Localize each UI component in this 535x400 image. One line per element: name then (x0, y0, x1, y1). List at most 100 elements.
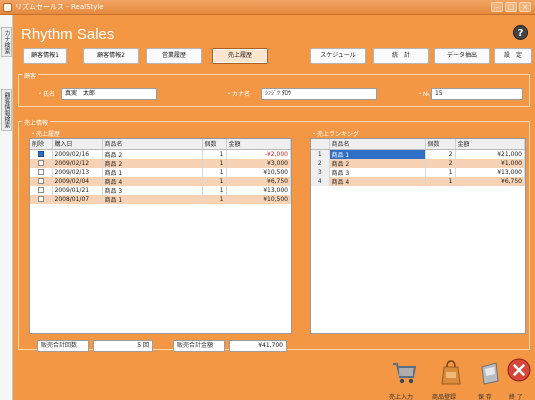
table-row[interactable]: 2009/02/16 商品 2 1 -¥2,000 (30, 149, 291, 159)
ranking-product-cell: 商品 3 (329, 167, 426, 177)
purchase-date-cell: 2008/01/07 (52, 194, 103, 204)
ranking-qty-cell: 2 (425, 149, 456, 159)
exit-button[interactable] (506, 357, 532, 387)
delete-checkbox-cell[interactable] (30, 158, 53, 168)
ranking-row[interactable]: 1 商品 1 2 ¥21,000 (311, 149, 525, 159)
tab-sales-history[interactable]: 売上履歴 (212, 48, 268, 64)
qty-cell: 1 (202, 167, 227, 177)
column-header-ranking-qty[interactable]: 個数 (425, 139, 456, 150)
column-header-ranking-amount[interactable]: 金額 (455, 139, 525, 150)
delete-checkbox-cell[interactable] (30, 176, 53, 186)
tab-schedule[interactable]: スケジュール (310, 48, 366, 64)
delete-checkbox-cell[interactable] (30, 167, 53, 177)
amount-cell: ¥6,750 (226, 176, 291, 186)
sales-ranking-table: 商品名 個数 金額 1 商品 1 2 ¥21,000 2 商品 2 2 ¥1,000 3 商品 3… (310, 138, 526, 334)
ranking-amount-cell: ¥1,000 (455, 158, 525, 168)
tab-statistics[interactable]: 統 計 (373, 48, 429, 64)
left-tab-customer-search[interactable]: 顧客情報検索 (1, 89, 12, 131)
rank-cell: 4 (311, 176, 330, 186)
purchase-date-cell: 2009/02/16 (52, 149, 103, 159)
ranking-product-cell: 商品 4 (329, 176, 426, 186)
ranking-row[interactable]: 3 商品 3 1 ¥13,000 (311, 167, 525, 177)
table-row[interactable]: 2009/02/04 商品 4 1 ¥6,750 (30, 176, 291, 186)
close-icon (507, 358, 531, 382)
tab-data-export[interactable]: データ抽出 (434, 48, 490, 64)
delete-checkbox[interactable] (37, 196, 44, 202)
tab-customer-info-1[interactable]: 顧客情報1 (23, 48, 67, 64)
product-cell: 商品 2 (102, 149, 203, 159)
rank-cell: 2 (311, 158, 330, 168)
product-register-label: 商品登録 (432, 394, 457, 400)
table-row[interactable]: 2009/02/12 商品 2 1 ¥3,000 (30, 158, 291, 168)
delete-checkbox-cell[interactable] (30, 185, 53, 195)
customer-no-field[interactable]: 15 (431, 88, 523, 100)
qty-cell: 1 (202, 185, 227, 195)
ranking-amount-cell: ¥21,000 (455, 149, 525, 159)
sales-input-label: 売上入力 (389, 394, 414, 400)
delete-checkbox[interactable] (37, 187, 44, 193)
sales-history-table: 削除 購入日 商品名 個数 金額 2009/02/16 商品 2 1 -¥2,000 2… (29, 138, 292, 334)
column-header-rank (311, 139, 330, 150)
tab-sales-activity[interactable]: 営業履歴 (146, 48, 202, 64)
app-title: Rhythm Sales (21, 26, 115, 43)
column-header-ranking-product[interactable]: 商品名 (329, 139, 426, 150)
ranking-row[interactable]: 4 商品 4 1 ¥6,750 (311, 176, 525, 186)
delete-checkbox[interactable] (37, 151, 44, 157)
tab-customer-info-2[interactable]: 顧客情報2 (83, 48, 139, 64)
column-header-qty[interactable]: 個数 (202, 139, 227, 150)
product-cell: 商品 2 (102, 158, 203, 168)
shopping-cart-icon (393, 363, 417, 384)
window-title: リズムセールス - RealStyle (15, 3, 104, 11)
amount-cell: ¥3,000 (226, 158, 291, 168)
ranking-product-cell: 商品 2 (329, 158, 426, 168)
purchase-date-cell: 2009/02/13 (52, 167, 103, 177)
column-header-amount[interactable]: 金額 (226, 139, 291, 150)
rank-cell: 1 (311, 149, 330, 159)
customer-legend: 顧客 (22, 71, 39, 80)
ranking-qty-cell: 2 (425, 158, 456, 168)
app-icon (3, 3, 12, 12)
table-row[interactable]: 2009/02/13 商品 1 1 ¥10,500 (30, 167, 291, 177)
column-header-product[interactable]: 商品名 (102, 139, 203, 150)
purchase-date-cell: 2009/02/04 (52, 176, 103, 186)
close-window-button[interactable]: × (519, 2, 531, 12)
column-header-purchase-date[interactable]: 購入日 (52, 139, 103, 150)
table-row[interactable]: 2009/01/21 商品 3 1 ¥13,000 (30, 185, 291, 195)
main-content: 顧客 ・氏名 真実 太郎 ・カナ名 ｼﾝｼﾞﾂ ﾀﾛｳ ・№ 15 売上情報 ・… (13, 64, 535, 400)
tab-settings[interactable]: 設 定 (494, 48, 532, 64)
ranking-product-cell: 商品 1 (329, 149, 426, 159)
maximize-button[interactable]: □ (505, 2, 517, 12)
delete-checkbox-cell[interactable] (30, 149, 53, 159)
total-amount-value: ¥41,700 (229, 340, 287, 352)
column-header-delete[interactable]: 削除 (30, 139, 53, 150)
ranking-row[interactable]: 2 商品 2 2 ¥1,000 (311, 158, 525, 168)
shopping-bag-icon (441, 360, 461, 385)
sales-input-button[interactable] (390, 357, 418, 387)
delete-checkbox[interactable] (37, 160, 44, 166)
rank-cell: 3 (311, 167, 330, 177)
ranking-qty-cell: 1 (425, 176, 456, 186)
sales-legend: 売上情報 (22, 118, 51, 127)
save-button[interactable] (476, 357, 504, 387)
minimize-button[interactable]: – (491, 2, 503, 12)
delete-checkbox[interactable] (37, 178, 44, 184)
name-field[interactable]: 真実 太郎 (61, 88, 157, 100)
kana-label: ・カナ名 (226, 91, 251, 98)
sales-ranking-title: ・売上ランキング (311, 131, 359, 138)
delete-checkbox[interactable] (37, 169, 44, 175)
left-tab-kana-search[interactable]: カナ検索 (1, 27, 12, 57)
save-label: 保 存 (478, 394, 492, 400)
product-cell: 商品 3 (102, 185, 203, 195)
delete-checkbox-cell[interactable] (30, 194, 53, 204)
product-register-button[interactable] (437, 357, 465, 387)
table-row[interactable]: 2008/01/07 商品 1 1 ¥10,500 (30, 194, 291, 204)
product-cell: 商品 1 (102, 167, 203, 177)
qty-cell: 1 (202, 158, 227, 168)
help-icon[interactable]: ? (513, 25, 528, 40)
qty-cell: 1 (202, 194, 227, 204)
kana-field[interactable]: ｼﾝｼﾞﾂ ﾀﾛｳ (261, 88, 377, 100)
amount-cell: ¥10,500 (226, 194, 291, 204)
main-tabs: 顧客情報1 顧客情報2 営業履歴 売上履歴 スケジュール 統 計 データ抽出 設… (13, 48, 535, 64)
exit-label: 終 了 (509, 394, 523, 400)
amount-cell: ¥13,000 (226, 185, 291, 195)
